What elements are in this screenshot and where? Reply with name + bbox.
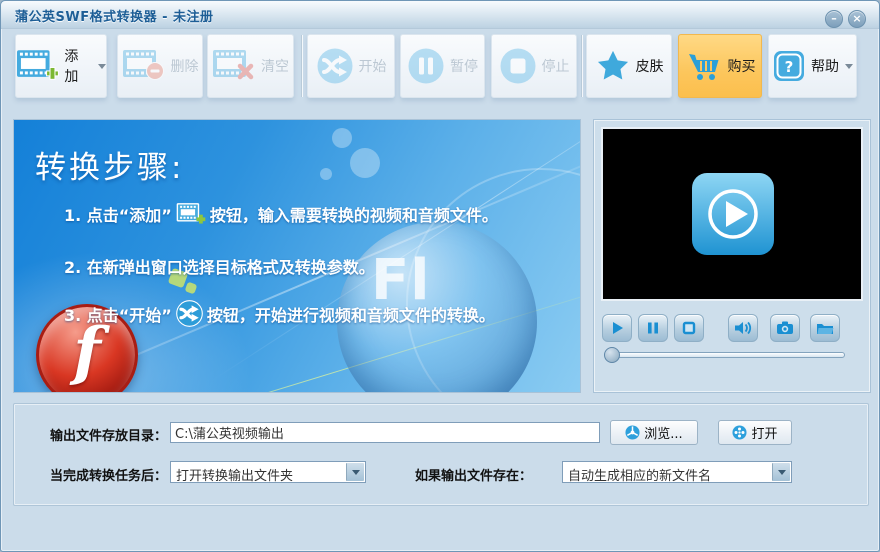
stop-icon (500, 48, 535, 84)
help-button[interactable]: ? 帮助 (768, 34, 857, 98)
open-button[interactable]: 打开 (718, 420, 792, 445)
chevron-down-icon (845, 63, 853, 69)
step-1-suffix: 按钮，输入需要转换的视频和音频文件。 (209, 206, 498, 225)
cart-icon (688, 54, 718, 80)
buy-button-label: 购买 (727, 59, 756, 75)
star-icon (597, 50, 628, 80)
file-exists-value: 自动生成相应的新文件名 (568, 469, 712, 484)
toolbar: 添加 删除 清空 开始 暂停 停止 皮肤 购买 ? 帮助 (1, 29, 879, 107)
step-1-prefix: 1. 点击“添加” (64, 206, 172, 225)
minimize-button[interactable]: – (825, 10, 843, 28)
step-3-prefix: 3. 点击“开始” (64, 305, 172, 325)
output-dir-input[interactable] (170, 422, 600, 443)
video-preview (601, 127, 863, 301)
film-clear-icon (213, 50, 254, 80)
player-controls (594, 314, 872, 344)
app-window: 蒲公英SWF格式转换器 - 未注册 – × 添加 删除 清空 开始 暂停 停止 … (0, 0, 880, 552)
bokeh-dot (350, 148, 380, 178)
step-2-text: 2. 在新弹出窗口选择目标格式及转换参数。 (64, 258, 375, 277)
pause-icon (648, 322, 658, 334)
open-button-label: 打开 (751, 427, 778, 442)
film-add-icon (16, 50, 59, 80)
convert-start-inline-icon (176, 300, 203, 327)
combo-arrow-button[interactable] (346, 463, 364, 481)
step-1: 1. 点击“添加” 按钮，输入需要转换的视频和音频文件。 (64, 202, 498, 226)
toolbar-separator (581, 35, 582, 97)
buy-button[interactable]: 购买 (678, 34, 762, 98)
stop-button[interactable]: 停止 (491, 34, 577, 98)
chevron-down-icon (777, 469, 786, 475)
clear-button-label: 清空 (261, 59, 289, 75)
seek-slider[interactable] (604, 347, 845, 363)
skin-button-label: 皮肤 (635, 59, 664, 75)
toolbar-separator (301, 35, 302, 97)
help-button-label: 帮助 (811, 59, 839, 75)
steps-title: 转换步骤: (35, 150, 185, 186)
browse-button-label: 浏览... (644, 427, 683, 442)
chevron-down-icon (351, 469, 360, 475)
pause-button-label: 暂停 (450, 59, 478, 75)
play-icon (613, 322, 623, 334)
browse-icon (625, 425, 640, 440)
clear-button[interactable]: 清空 (207, 34, 294, 98)
add-button-label: 添加 (64, 49, 79, 85)
player-stop-button[interactable] (674, 314, 704, 342)
combo-arrow-button[interactable] (772, 463, 790, 481)
start-button[interactable]: 开始 (307, 34, 395, 98)
step-2: 2. 在新弹出窗口选择目标格式及转换参数。 (64, 254, 375, 278)
preview-panel (593, 119, 871, 393)
stop-button-label: 停止 (541, 59, 570, 75)
player-folder-button[interactable] (810, 314, 840, 342)
output-settings-panel: 输出文件存放目录： 浏览... 打开 当完成转换任务后： 打开转换输出文 (13, 403, 869, 506)
window-title: 蒲公英SWF格式转换器 - 未注册 (15, 10, 214, 25)
convert-start-icon (317, 48, 352, 84)
delete-button[interactable]: 删除 (117, 34, 203, 98)
camera-icon (777, 321, 793, 334)
add-button[interactable]: 添加 (15, 34, 107, 98)
file-exists-label: 如果输出文件存在： (415, 469, 533, 484)
bokeh-dot (320, 168, 332, 180)
player-volume-button[interactable] (728, 314, 758, 342)
instructions-panel: Fl f 转换步骤: 1. 点击“添加” 按钮，输入需要转换的视频和音频文件。 … (13, 119, 581, 393)
file-exists-combobox[interactable]: 自动生成相应的新文件名 (562, 461, 792, 484)
after-task-combobox[interactable]: 打开转换输出文件夹 (170, 461, 366, 484)
after-task-value: 打开转换输出文件夹 (176, 469, 294, 484)
bokeh-dot (332, 128, 352, 148)
folder-icon (817, 324, 834, 334)
speaker-icon (735, 321, 752, 335)
start-button-label: 开始 (358, 59, 387, 75)
delete-button-label: 删除 (170, 59, 199, 75)
film-add-inline-icon (176, 203, 206, 224)
big-play-icon (692, 173, 774, 255)
chevron-down-icon (98, 63, 106, 69)
film-reel-icon (732, 425, 748, 440)
svg-text:?: ? (785, 58, 794, 76)
help-icon: ? (774, 51, 804, 81)
browse-button[interactable]: 浏览... (610, 420, 698, 445)
pause-icon (408, 48, 444, 84)
step-3: 3. 点击“开始” 按钮，开始进行视频和音频文件的转换。 (64, 300, 495, 327)
seek-slider-thumb[interactable] (604, 347, 620, 363)
title-bar: 蒲公英SWF格式转换器 - 未注册 – × (1, 1, 879, 29)
play-overlay-button[interactable] (690, 171, 776, 257)
output-dir-label: 输出文件存放目录： (50, 429, 168, 444)
step-3-suffix: 按钮，开始进行视频和音频文件的转换。 (206, 305, 495, 325)
close-button[interactable]: × (848, 10, 866, 28)
player-play-button[interactable] (602, 314, 632, 342)
player-pause-button[interactable] (638, 314, 668, 342)
pause-button[interactable]: 暂停 (400, 34, 485, 98)
player-snapshot-button[interactable] (770, 314, 800, 342)
stop-icon (682, 321, 696, 335)
skin-button[interactable]: 皮肤 (586, 34, 672, 98)
film-delete-icon (122, 50, 164, 80)
after-task-label: 当完成转换任务后： (50, 469, 168, 484)
